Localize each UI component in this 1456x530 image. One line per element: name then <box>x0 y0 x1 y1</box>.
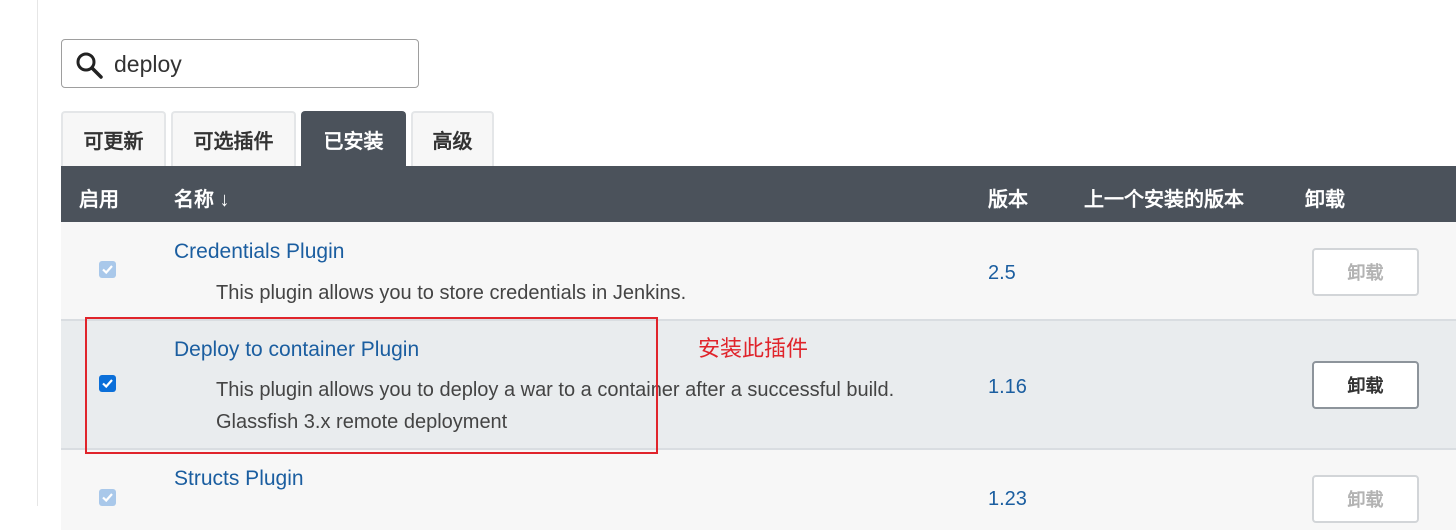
plugin-description: This plugin allows you to store credenti… <box>216 282 687 304</box>
enable-checkbox[interactable] <box>99 261 116 278</box>
plugin-name-link[interactable]: Structs Plugin <box>174 467 304 491</box>
search-input[interactable] <box>114 48 404 80</box>
column-name-header[interactable]: 名称 ↓ <box>174 183 230 212</box>
plugin-search-box[interactable] <box>61 39 419 88</box>
search-icon <box>76 52 103 79</box>
plugin-version: 2.5 <box>988 262 1016 284</box>
uninstall-button[interactable]: 卸载 <box>1312 248 1419 296</box>
uninstall-button[interactable]: 卸载 <box>1312 475 1419 523</box>
plugin-name-link[interactable]: Credentials Plugin <box>174 240 344 264</box>
column-version-header[interactable]: 版本 <box>988 183 1028 212</box>
plugin-version: 1.23 <box>988 488 1027 510</box>
tab-updates[interactable]: 可更新 <box>61 111 166 166</box>
column-previous-version-header[interactable]: 上一个安装的版本 <box>1084 183 1244 212</box>
table-row: Credentials Plugin This plugin allows yo… <box>61 222 1456 321</box>
column-uninstall-header: 卸载 <box>1305 189 1345 211</box>
tab-installed[interactable]: 已安装 <box>301 111 406 166</box>
uninstall-button[interactable]: 卸载 <box>1312 361 1419 409</box>
table-row: Structs Plugin 1.23 卸载 <box>61 450 1456 530</box>
column-enabled-header[interactable]: 启用 <box>79 183 119 212</box>
checkmark-icon <box>102 265 113 275</box>
left-sidebar-edge <box>0 0 38 506</box>
plugin-version: 1.16 <box>988 376 1027 398</box>
checkmark-icon <box>102 493 113 503</box>
annotation-highlight-box <box>85 317 658 454</box>
plugins-table-header: 启用 名称 ↓ 版本 上一个安装的版本 卸载 <box>61 166 1456 222</box>
annotation-label: 安装此插件 <box>698 337 809 362</box>
enable-checkbox[interactable] <box>99 489 116 506</box>
tab-available[interactable]: 可选插件 <box>171 111 296 166</box>
tab-advanced[interactable]: 高级 <box>411 111 494 166</box>
